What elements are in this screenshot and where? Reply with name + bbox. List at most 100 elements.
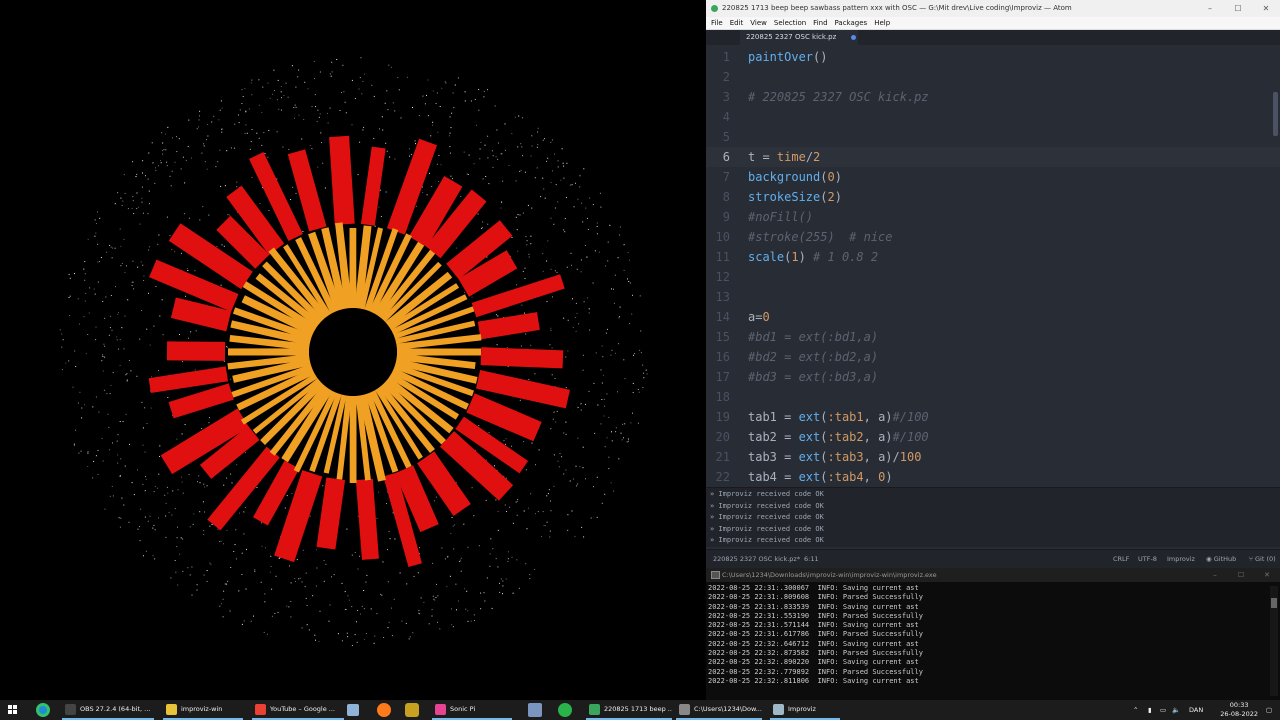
explorer-pinned-icon[interactable] bbox=[347, 704, 359, 716]
clock[interactable]: 00:33 26-08-2022 bbox=[1220, 701, 1258, 719]
minimize-icon[interactable]: – bbox=[1202, 568, 1228, 582]
notifications-icon[interactable]: ▢ bbox=[1266, 700, 1272, 720]
particle bbox=[153, 491, 155, 493]
code-text: #stroke(255) # nice bbox=[748, 227, 893, 247]
code-line[interactable]: 18 bbox=[706, 387, 1280, 407]
taskbar-item[interactable]: Improviz bbox=[770, 700, 840, 720]
tab-osc-kick[interactable]: 220825 2327 OSC kick.pz bbox=[740, 30, 858, 45]
windows-start-icon[interactable] bbox=[8, 705, 18, 715]
git-status[interactable]: ⑂ Git (0) bbox=[1249, 550, 1276, 568]
menu-view[interactable]: View bbox=[750, 17, 767, 29]
menu-packages[interactable]: Packages bbox=[835, 17, 868, 29]
particle bbox=[128, 360, 130, 361]
status-cursor[interactable]: 6:11 bbox=[804, 550, 819, 568]
maximize-icon[interactable]: ☐ bbox=[1224, 0, 1252, 17]
particle bbox=[418, 609, 420, 611]
status-grammar[interactable]: Improviz bbox=[1167, 550, 1195, 568]
code-token: :tab4 bbox=[827, 470, 864, 484]
winamp-icon[interactable] bbox=[405, 703, 419, 717]
status-file[interactable]: 220825 2327 OSC kick.pz* bbox=[713, 550, 800, 568]
volume-icon[interactable]: 🔈 bbox=[1172, 700, 1180, 720]
particle bbox=[278, 558, 280, 559]
code-text: tab3 = ext(:tab3, a)/100 bbox=[748, 447, 921, 467]
cmd-scroll-thumb[interactable] bbox=[1271, 598, 1277, 608]
code-line[interactable]: 6 t = time/2 bbox=[706, 147, 1280, 167]
close-icon[interactable]: ✕ bbox=[1254, 568, 1280, 582]
cmd-scrollbar[interactable] bbox=[1270, 586, 1278, 696]
code-line[interactable]: 10 #stroke(255) # nice bbox=[706, 227, 1280, 247]
taskbar-item[interactable]: 220825 1713 beep ... bbox=[586, 700, 672, 720]
line-number: 9 bbox=[722, 210, 730, 224]
code-line[interactable]: 14 a=0 bbox=[706, 307, 1280, 327]
code-token: ( bbox=[820, 430, 828, 444]
particle bbox=[220, 284, 222, 286]
minimize-icon[interactable]: – bbox=[1196, 0, 1224, 17]
edge-icon[interactable] bbox=[36, 703, 50, 717]
taskbar-item[interactable]: C:\Users\1234\Dow... bbox=[676, 700, 762, 720]
particle bbox=[381, 116, 383, 118]
taskbar-item[interactable]: OBS 27.2.4 (64-bit, ... bbox=[62, 700, 154, 720]
firefox-icon[interactable] bbox=[377, 703, 391, 717]
github-status[interactable]: ◉ GitHub bbox=[1206, 550, 1236, 568]
menu-selection[interactable]: Selection bbox=[774, 17, 806, 29]
code-line[interactable]: 4 bbox=[706, 107, 1280, 127]
code-line[interactable]: 11 scale(1) # 1 0.8 2 bbox=[706, 247, 1280, 267]
particle bbox=[608, 468, 610, 470]
code-line[interactable]: 19 tab1 = ext(:tab1, a)#/100 bbox=[706, 407, 1280, 427]
code-line[interactable]: 15 #bd1 = ext(:bd1,a) bbox=[706, 327, 1280, 347]
cmd-title-bar[interactable]: C:\Users\1234\Downloads\improviz-win\imp… bbox=[706, 568, 1280, 582]
code-line[interactable]: 9 #noFill() bbox=[706, 207, 1280, 227]
usb-icon[interactable]: ▮ bbox=[1148, 700, 1152, 720]
code-line[interactable]: 7 background(0) bbox=[706, 167, 1280, 187]
taskbar-item[interactable]: Sonic Pi bbox=[432, 700, 512, 720]
menu-edit[interactable]: Edit bbox=[730, 17, 744, 29]
close-icon[interactable]: ✕ bbox=[1252, 0, 1280, 17]
atom-title-bar[interactable]: 220825 1713 beep beep sawbass pattern xx… bbox=[706, 0, 1280, 17]
particle bbox=[408, 148, 410, 150]
green-app-icon[interactable] bbox=[558, 703, 572, 717]
code-line[interactable]: 17 #bd3 = ext(:bd3,a) bbox=[706, 367, 1280, 387]
particle bbox=[524, 267, 526, 269]
particle bbox=[519, 399, 521, 401]
network-icon[interactable]: ▭ bbox=[1160, 700, 1166, 720]
code-line[interactable]: 2 bbox=[706, 67, 1280, 87]
menu-help[interactable]: Help bbox=[874, 17, 890, 29]
code-line[interactable]: 22 tab4 = ext(:tab4, 0) bbox=[706, 467, 1280, 487]
app-pinned-icon[interactable] bbox=[528, 703, 542, 717]
tray-chevron-icon[interactable]: ⌃ bbox=[1133, 700, 1138, 720]
code-token: tab4 = bbox=[748, 470, 799, 484]
menu-find[interactable]: Find bbox=[813, 17, 827, 29]
status-eol[interactable]: CRLF bbox=[1113, 550, 1129, 568]
menu-file[interactable]: File bbox=[711, 17, 723, 29]
particle bbox=[170, 185, 172, 187]
code-line[interactable]: 16 #bd2 = ext(:bd2,a) bbox=[706, 347, 1280, 367]
particle bbox=[116, 339, 118, 341]
code-line[interactable]: 13 bbox=[706, 287, 1280, 307]
taskbar-item[interactable]: improviz-win bbox=[163, 700, 243, 720]
code-line[interactable]: 3 # 220825 2327 OSC kick.pz bbox=[706, 87, 1280, 107]
particle bbox=[394, 538, 396, 540]
code-token: paintOver bbox=[748, 50, 814, 64]
particle bbox=[449, 575, 451, 577]
particle bbox=[602, 374, 604, 376]
particle bbox=[603, 398, 605, 400]
code-line[interactable]: 12 bbox=[706, 267, 1280, 287]
particle bbox=[438, 181, 440, 182]
maximize-icon[interactable]: ☐ bbox=[1228, 568, 1254, 582]
code-editor[interactable]: 1 paintOver() 2 3 # 220825 2327 OSC kick.pz 4… bbox=[706, 45, 1280, 487]
particle bbox=[583, 301, 585, 303]
code-line[interactable]: 8 strokeSize(2) bbox=[706, 187, 1280, 207]
particle bbox=[488, 432, 490, 434]
code-line[interactable]: 20 tab2 = ext(:tab2, a)#/100 bbox=[706, 427, 1280, 447]
particle bbox=[601, 399, 603, 400]
code-token: :tab1 bbox=[827, 410, 864, 424]
particle bbox=[99, 261, 100, 263]
taskbar-item[interactable]: YouTube – Google ... bbox=[252, 700, 344, 720]
status-encoding[interactable]: UTF-8 bbox=[1138, 550, 1157, 568]
particle bbox=[100, 257, 102, 258]
code-line[interactable]: 5 bbox=[706, 127, 1280, 147]
particle bbox=[426, 194, 428, 196]
language-indicator[interactable]: DAN bbox=[1189, 700, 1203, 720]
code-line[interactable]: 1 paintOver() bbox=[706, 47, 1280, 67]
code-line[interactable]: 21 tab3 = ext(:tab3, a)/100 bbox=[706, 447, 1280, 467]
